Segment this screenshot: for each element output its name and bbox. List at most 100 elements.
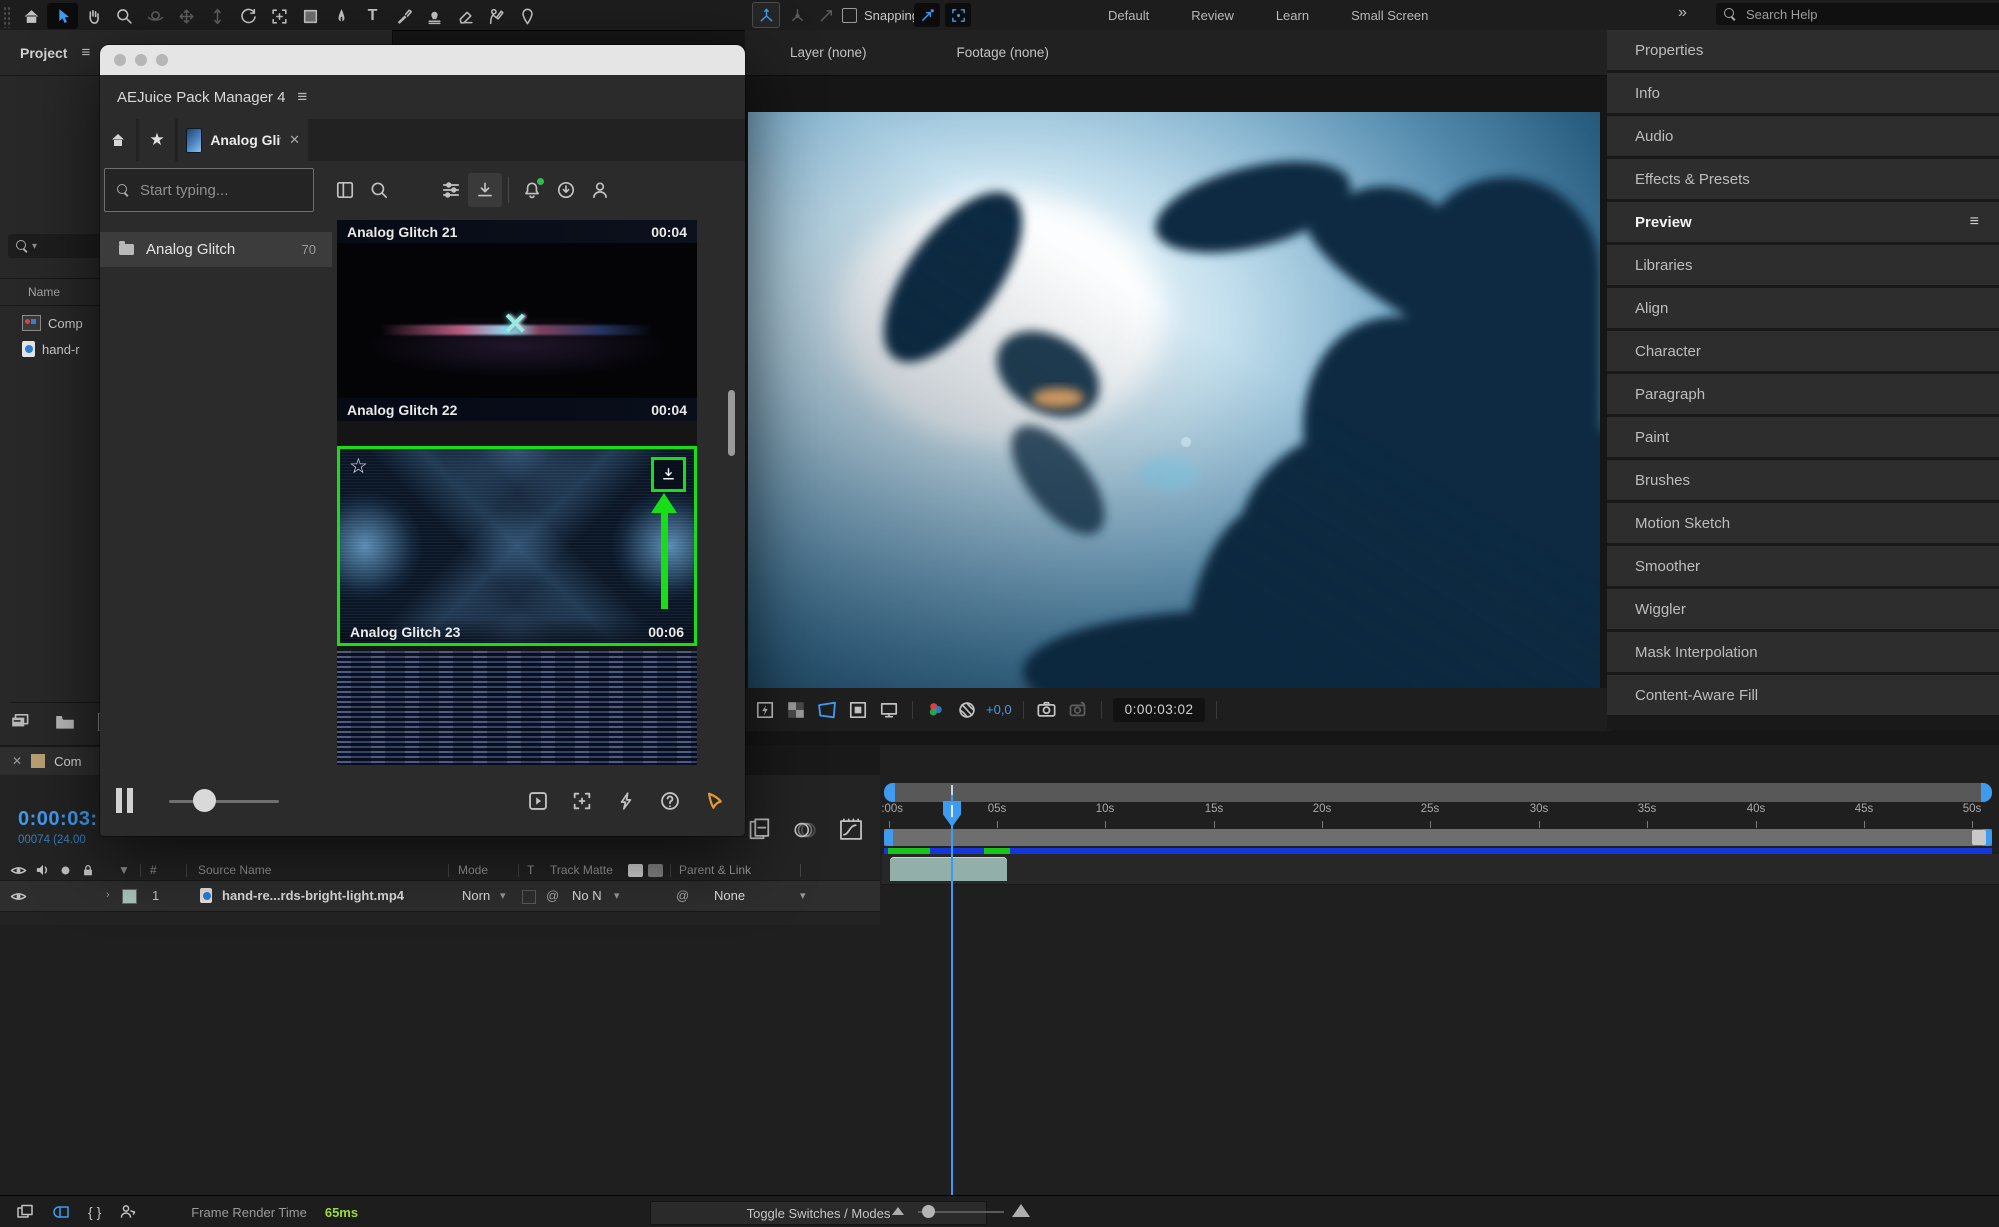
world-axis-mode[interactable] — [784, 3, 810, 27]
downloads-icon[interactable] — [468, 173, 502, 207]
graph-editor-icon[interactable] — [838, 817, 864, 843]
local-axis-mode[interactable] — [752, 2, 780, 28]
download-manager-icon[interactable] — [549, 173, 583, 207]
notifications-bell-icon[interactable] — [515, 173, 549, 207]
slider-knob[interactable] — [193, 789, 216, 812]
render-quality-icon[interactable] — [753, 698, 777, 722]
panel-brushes[interactable]: Brushes — [1607, 460, 1999, 500]
project-search[interactable]: ▾ — [8, 234, 106, 258]
analog-glitch-tab[interactable]: Analog Glitc ✕ — [178, 119, 308, 161]
channels-icon[interactable] — [924, 698, 948, 722]
render-queue-icon[interactable] — [16, 1203, 34, 1221]
preset-thumb-next[interactable] — [337, 651, 697, 765]
selection-tool[interactable] — [47, 3, 78, 29]
zoom-out-icon[interactable] — [892, 1207, 904, 1215]
panel-effects-presets[interactable]: Effects & Presets — [1607, 159, 1999, 199]
collaboration-icon[interactable] — [119, 1203, 137, 1221]
lay-mode-value[interactable]: Norn — [462, 888, 490, 903]
dolly-camera-tool[interactable] — [202, 3, 233, 29]
motion-blur-icon[interactable] — [792, 818, 818, 842]
name-column-header[interactable]: Name — [28, 285, 60, 299]
time-navigator[interactable] — [884, 783, 1992, 802]
expressions-icon[interactable]: { } — [88, 1204, 101, 1220]
minimize-window-icon[interactable] — [135, 54, 147, 66]
timeline-zoom-knob[interactable] — [922, 1205, 935, 1218]
puppet-pin-tool[interactable] — [512, 3, 543, 29]
aejuice-logo-icon[interactable] — [699, 786, 729, 816]
pan-camera-tool[interactable] — [171, 3, 202, 29]
columns-view-icon[interactable] — [328, 173, 362, 207]
panel-character[interactable]: Character — [1607, 331, 1999, 371]
panel-smoother[interactable]: Smoother — [1607, 546, 1999, 586]
preset-thumb-22-label[interactable]: Analog Glitch 22 00:04 — [337, 398, 697, 421]
source-name-column[interactable]: Source Name — [198, 863, 271, 877]
snap-features-button[interactable] — [945, 3, 971, 27]
current-time-display[interactable]: 0:00:03: — [18, 808, 98, 831]
eraser-tool[interactable] — [450, 3, 481, 29]
orbit-camera-tool[interactable] — [140, 3, 171, 29]
help-search[interactable] — [1716, 3, 1999, 25]
view-axis-mode[interactable] — [814, 3, 840, 27]
region-of-interest-icon[interactable] — [815, 698, 839, 722]
parent-value[interactable]: None — [714, 888, 745, 903]
frame-blending-icon[interactable] — [748, 817, 772, 843]
menu-icon[interactable]: ≡ — [297, 87, 307, 107]
parent-pickwhip-icon[interactable]: @ — [676, 888, 689, 903]
pause-button[interactable] — [116, 788, 133, 813]
quick-lightning-icon[interactable] — [611, 786, 641, 816]
new-folder-icon[interactable] — [54, 712, 76, 732]
sidebar-item-analog-glitch[interactable]: Analog Glitch 70 — [100, 232, 332, 267]
layer-expand-icon[interactable]: › — [106, 889, 110, 901]
zoom-tool[interactable] — [109, 3, 140, 29]
close-icon[interactable]: ✕ — [12, 754, 22, 768]
account-icon[interactable] — [583, 173, 617, 207]
panel-paint[interactable]: Paint — [1607, 417, 1999, 457]
track-matte-column[interactable]: Track Matte — [550, 863, 613, 877]
help-search-input[interactable] — [1744, 6, 1978, 23]
track-matte-value[interactable]: No N — [572, 888, 602, 903]
pan-behind-tool[interactable] — [264, 3, 295, 29]
help-icon[interactable] — [655, 786, 685, 816]
fit-frame-icon[interactable] — [567, 786, 597, 816]
parent-dropdown-icon[interactable]: ▾ — [800, 889, 806, 902]
preview-window-icon[interactable] — [523, 786, 553, 816]
interpret-footage-icon[interactable] — [10, 712, 32, 732]
panel-menu-icon[interactable]: ≡ — [81, 44, 90, 61]
roto-brush-tool[interactable] — [481, 3, 512, 29]
panel-menu-icon[interactable]: ≡ — [1970, 213, 1979, 231]
fast-previews-icon[interactable] — [52, 1203, 70, 1221]
download-preset-button[interactable] — [651, 457, 686, 492]
guides-options-icon[interactable] — [877, 698, 901, 722]
layer-eye-icon[interactable] — [10, 890, 27, 903]
workspace-default[interactable]: Default — [1108, 8, 1149, 23]
filters-icon[interactable] — [434, 173, 468, 207]
parent-link-column[interactable]: Parent & Link — [679, 863, 751, 877]
pen-tool[interactable] — [326, 3, 357, 29]
show-snapshot-icon[interactable] — [1066, 698, 1090, 722]
workspace-review[interactable]: Review — [1191, 8, 1234, 23]
work-area-bar[interactable] — [884, 829, 1992, 846]
rectangle-tool[interactable] — [295, 3, 326, 29]
navigator-start-handle[interactable] — [884, 783, 895, 802]
navigator-end-handle[interactable] — [1981, 783, 1992, 802]
playhead-handle[interactable] — [943, 801, 961, 827]
composition-image-hand-light[interactable] — [748, 112, 1600, 688]
home-button[interactable] — [16, 3, 47, 29]
toolbar-grip[interactable] — [3, 6, 12, 28]
layer-name[interactable]: hand-re...rds-bright-light.mp4 — [222, 888, 404, 903]
panel-audio[interactable]: Audio — [1607, 116, 1999, 156]
transparency-grid-icon[interactable] — [784, 698, 808, 722]
layer-color-swatch[interactable] — [122, 889, 137, 904]
preserve-transparency-toggle[interactable] — [522, 890, 536, 904]
mode-dropdown-icon[interactable]: ▾ — [500, 889, 506, 902]
favorite-star-icon[interactable]: ☆ — [349, 454, 368, 479]
preset-thumb-23-selected[interactable]: ☆ Analog Glitch 23 00:06 — [337, 446, 697, 646]
layer-row[interactable]: › 1 hand-re...rds-bright-light.mp4 Norn … — [0, 880, 880, 912]
layer-duration-bar[interactable] — [890, 857, 1007, 881]
close-window-icon[interactable] — [114, 54, 126, 66]
preview-slider[interactable] — [169, 789, 279, 813]
close-tab-icon[interactable]: ✕ — [289, 132, 300, 148]
panel-mask-interpolation[interactable]: Mask Interpolation — [1607, 632, 1999, 672]
zoom-in-icon[interactable] — [1012, 1204, 1030, 1217]
aejuice-search-input[interactable] — [138, 181, 302, 200]
